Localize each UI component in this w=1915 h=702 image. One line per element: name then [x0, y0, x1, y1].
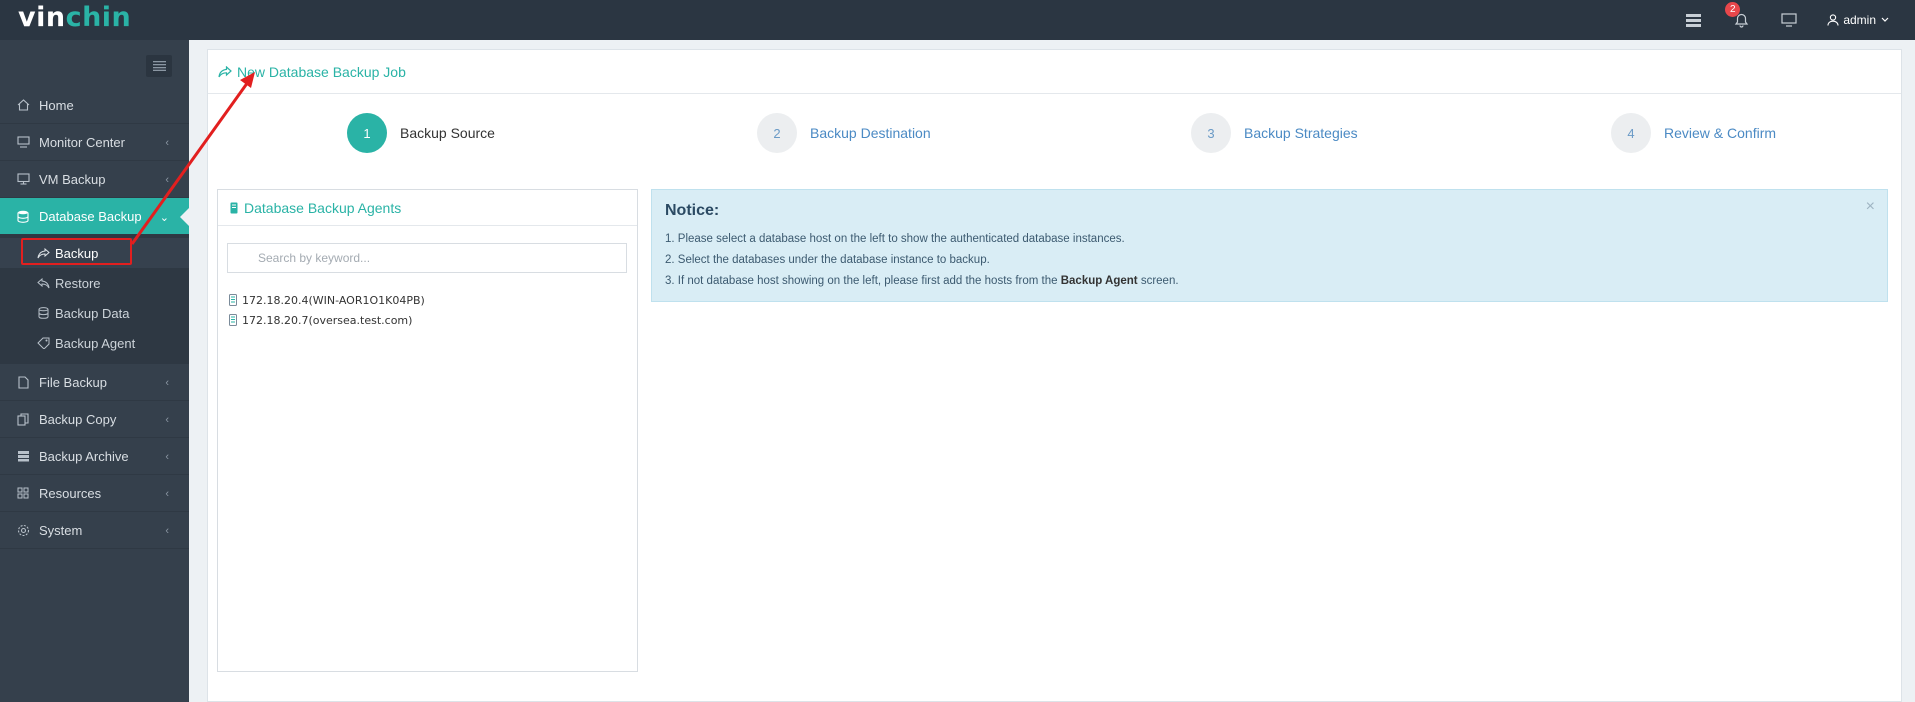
submenu-item-label: Restore [55, 275, 101, 291]
chevron-left-icon: ‹ [165, 525, 169, 537]
step-number: 4 [1611, 113, 1651, 153]
notice-line-1: 1. Please select a database host on the … [665, 233, 1125, 245]
database-backup-agents-panel: Database Backup Agents 172.18.20.4(WIN-A… [217, 189, 638, 672]
wizard-steps: 1 Backup Source 2 Backup Destination 3 B… [208, 113, 1903, 153]
sidebar-item-monitor-center[interactable]: Monitor Center ‹ [0, 124, 189, 161]
step-label: Review & Confirm [1664, 125, 1777, 141]
step-backup-destination[interactable]: 2 Backup Destination [757, 113, 931, 153]
sidebar: Home Monitor Center ‹ VM Backup ‹ Databa… [0, 40, 189, 702]
sidebar-item-home[interactable]: Home [0, 87, 189, 124]
annotation-highlight-box [21, 238, 132, 265]
chevron-left-icon: ‹ [165, 377, 169, 389]
menu-icon [152, 61, 166, 71]
server-icon [229, 294, 237, 306]
host-label: 172.18.20.7(oversea.test.com) [242, 313, 413, 327]
notification-bell[interactable]: 2 [1725, 2, 1751, 30]
user-icon [1827, 14, 1839, 26]
submenu-item-label: Backup Data [55, 305, 130, 321]
sidebar-item-file-backup[interactable]: File Backup ‹ [0, 364, 189, 401]
search-input[interactable] [227, 243, 627, 273]
file-icon [16, 375, 30, 389]
host-tree-item[interactable]: 172.18.20.4(WIN-AOR1O1K04PB) [229, 290, 425, 310]
notice-line-2: 2. Select the databases under the databa… [665, 254, 990, 266]
tag-icon [37, 337, 50, 350]
gear-icon [16, 523, 30, 537]
sidebar-nav: Home Monitor Center ‹ VM Backup ‹ Databa… [0, 87, 189, 549]
server-icon [230, 202, 238, 213]
logo-text-part2: chin [65, 2, 132, 33]
database-icon [37, 307, 50, 320]
page-header: New Database Backup Job [208, 50, 1901, 94]
sidebar-item-vm-backup[interactable]: VM Backup ‹ [0, 161, 189, 198]
host-tree-item[interactable]: 172.18.20.7(oversea.test.com) [229, 310, 425, 330]
sidebar-item-label: Database Backup [39, 208, 142, 224]
user-name: admin [1843, 13, 1876, 27]
archive-icon [16, 449, 30, 463]
sidebar-item-resources[interactable]: Resources ‹ [0, 475, 189, 512]
copy-icon [16, 412, 30, 426]
agents-panel-header: Database Backup Agents [218, 190, 637, 226]
user-menu[interactable]: admin [1827, 13, 1893, 27]
sidebar-item-label: File Backup [39, 374, 107, 390]
sidebar-item-label: VM Backup [39, 171, 106, 187]
database-icon [16, 209, 30, 223]
step-number: 3 [1191, 113, 1231, 153]
screen-icon[interactable] [1779, 10, 1799, 30]
step-review-confirm[interactable]: 4 Review & Confirm [1611, 113, 1776, 153]
page-title: New Database Backup Job [237, 63, 406, 80]
chevron-left-icon: ‹ [165, 137, 169, 149]
chevron-left-icon: ‹ [165, 414, 169, 426]
monitor-icon [16, 135, 30, 149]
resources-icon [16, 486, 30, 500]
sidebar-item-system[interactable]: System ‹ [0, 512, 189, 549]
desktop-icon [16, 172, 30, 186]
main-content: New Database Backup Job 1 Backup Source … [207, 49, 1902, 702]
server-list-icon[interactable] [1683, 10, 1703, 30]
step-label: Backup Destination [810, 125, 931, 141]
step-number: 2 [757, 113, 797, 153]
sidebar-item-label: Home [39, 97, 74, 113]
chevron-left-icon: ‹ [165, 451, 169, 463]
step-backup-strategies[interactable]: 3 Backup Strategies [1191, 113, 1358, 153]
sidebar-item-label: Resources [39, 485, 102, 501]
submenu-item-label: Backup Agent [55, 335, 136, 351]
chevron-down-icon [1881, 17, 1889, 22]
sidebar-item-label: Backup Archive [39, 448, 129, 464]
host-tree: 172.18.20.4(WIN-AOR1O1K04PB) 172.18.20.7… [229, 290, 425, 330]
logo-text-part1: vin [18, 2, 66, 33]
submenu-item-backup-agent[interactable]: Backup Agent [0, 328, 189, 358]
backup-agent-reference: Backup Agent [1060, 275, 1138, 287]
step-backup-source[interactable]: 1 Backup Source [347, 113, 495, 153]
notice-line-3-text: 3. If not database host showing on the l… [665, 275, 1058, 287]
chevron-left-icon: ‹ [165, 174, 169, 186]
close-icon[interactable]: × [1866, 198, 1875, 216]
sidebar-item-label: Backup Copy [39, 411, 117, 427]
chevron-left-icon: ‹ [165, 488, 169, 500]
sidebar-item-backup-copy[interactable]: Backup Copy ‹ [0, 401, 189, 438]
agents-panel-title: Database Backup Agents [244, 199, 402, 216]
chevron-down-icon: ⌄ [159, 212, 169, 224]
sidebar-item-label: Monitor Center [39, 134, 125, 150]
share-icon [218, 65, 232, 77]
top-bar: vinchin 2 admin [0, 0, 1915, 40]
sidebar-item-label: System [39, 522, 83, 538]
submenu-item-backup-data[interactable]: Backup Data [0, 298, 189, 328]
vinchin-logo[interactable]: vinchin [18, 2, 131, 33]
notice-line-3-end: screen. [1140, 275, 1179, 287]
step-number: 1 [347, 113, 387, 153]
notice-title: Notice: [665, 202, 720, 219]
notice-box: Notice: 1. Please select a database host… [651, 189, 1888, 302]
host-label: 172.18.20.4(WIN-AOR1O1K04PB) [242, 293, 425, 307]
sidebar-item-backup-archive[interactable]: Backup Archive ‹ [0, 438, 189, 475]
server-icon [229, 314, 237, 326]
sidebar-item-database-backup[interactable]: Database Backup ⌄ [0, 198, 189, 235]
notice-line-3: 3. If not database host showing on the l… [665, 271, 1874, 292]
submenu-item-restore[interactable]: Restore [0, 268, 189, 298]
reply-icon [37, 277, 50, 290]
sidebar-toggle-button[interactable] [146, 55, 172, 77]
step-label: Backup Strategies [1244, 125, 1358, 141]
home-icon [16, 98, 30, 112]
step-label: Backup Source [400, 125, 495, 141]
